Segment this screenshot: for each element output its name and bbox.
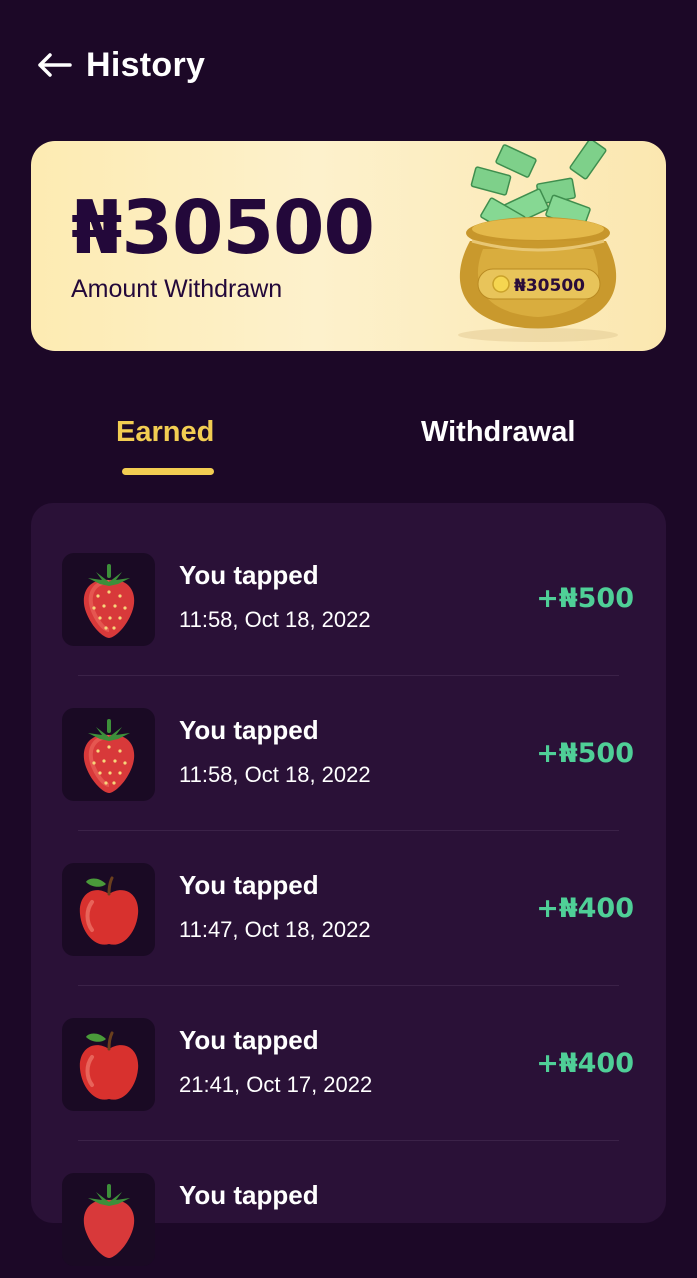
transaction-title: You tapped [179,870,319,900]
transaction-row[interactable]: You tapped [31,1123,666,1278]
transaction-date: 21:41, Oct 17, 2022 [179,1072,373,1097]
transaction-row[interactable]: You tapped 11:58, Oct 18, 2022 +₦500 [31,658,666,831]
back-arrow-icon[interactable] [36,50,72,80]
transaction-amount: +₦500 [536,738,634,769]
transaction-row[interactable]: You tapped 11:58, Oct 18, 2022 +₦500 [31,503,666,676]
strawberry-icon [62,708,155,801]
header: History [36,40,205,90]
withdrawn-banner: ₦30500 Amount Withdrawn ₦30500 [31,141,666,351]
strawberry-icon [62,1173,155,1266]
transaction-title: You tapped [179,1180,319,1210]
strawberry-icon [62,553,155,646]
apple-icon [62,1018,155,1111]
transaction-date: 11:58, Oct 18, 2022 [179,607,371,632]
transaction-title: You tapped [179,560,319,590]
tab-withdrawal[interactable]: Withdrawal [421,416,575,449]
transaction-list: You tapped 11:58, Oct 18, 2022 +₦500 You… [31,503,666,1266]
transaction-amount: +₦400 [536,1048,634,1079]
pot-badge-text: ₦30500 [514,276,585,296]
transaction-row[interactable]: You tapped 11:47, Oct 18, 2022 +₦400 [31,813,666,986]
money-pot-icon: ₦30500 [428,141,648,351]
page-title: History [86,45,206,84]
transaction-amount: +₦400 [536,893,634,924]
tab-earned[interactable]: Earned [116,416,214,449]
active-tab-indicator [122,468,214,475]
transaction-date: 11:58, Oct 18, 2022 [179,762,371,787]
transaction-title: You tapped [179,715,319,745]
transaction-title: You tapped [179,1025,319,1055]
transaction-date: 11:47, Oct 18, 2022 [179,917,371,942]
transaction-amount: +₦500 [536,583,634,614]
history-tabs: Earned Withdrawal [0,410,697,480]
apple-icon [62,863,155,956]
withdrawn-label: Amount Withdrawn [71,275,283,303]
withdrawn-amount: ₦30500 [71,185,375,271]
transaction-row[interactable]: You tapped 21:41, Oct 17, 2022 +₦400 [31,968,666,1141]
